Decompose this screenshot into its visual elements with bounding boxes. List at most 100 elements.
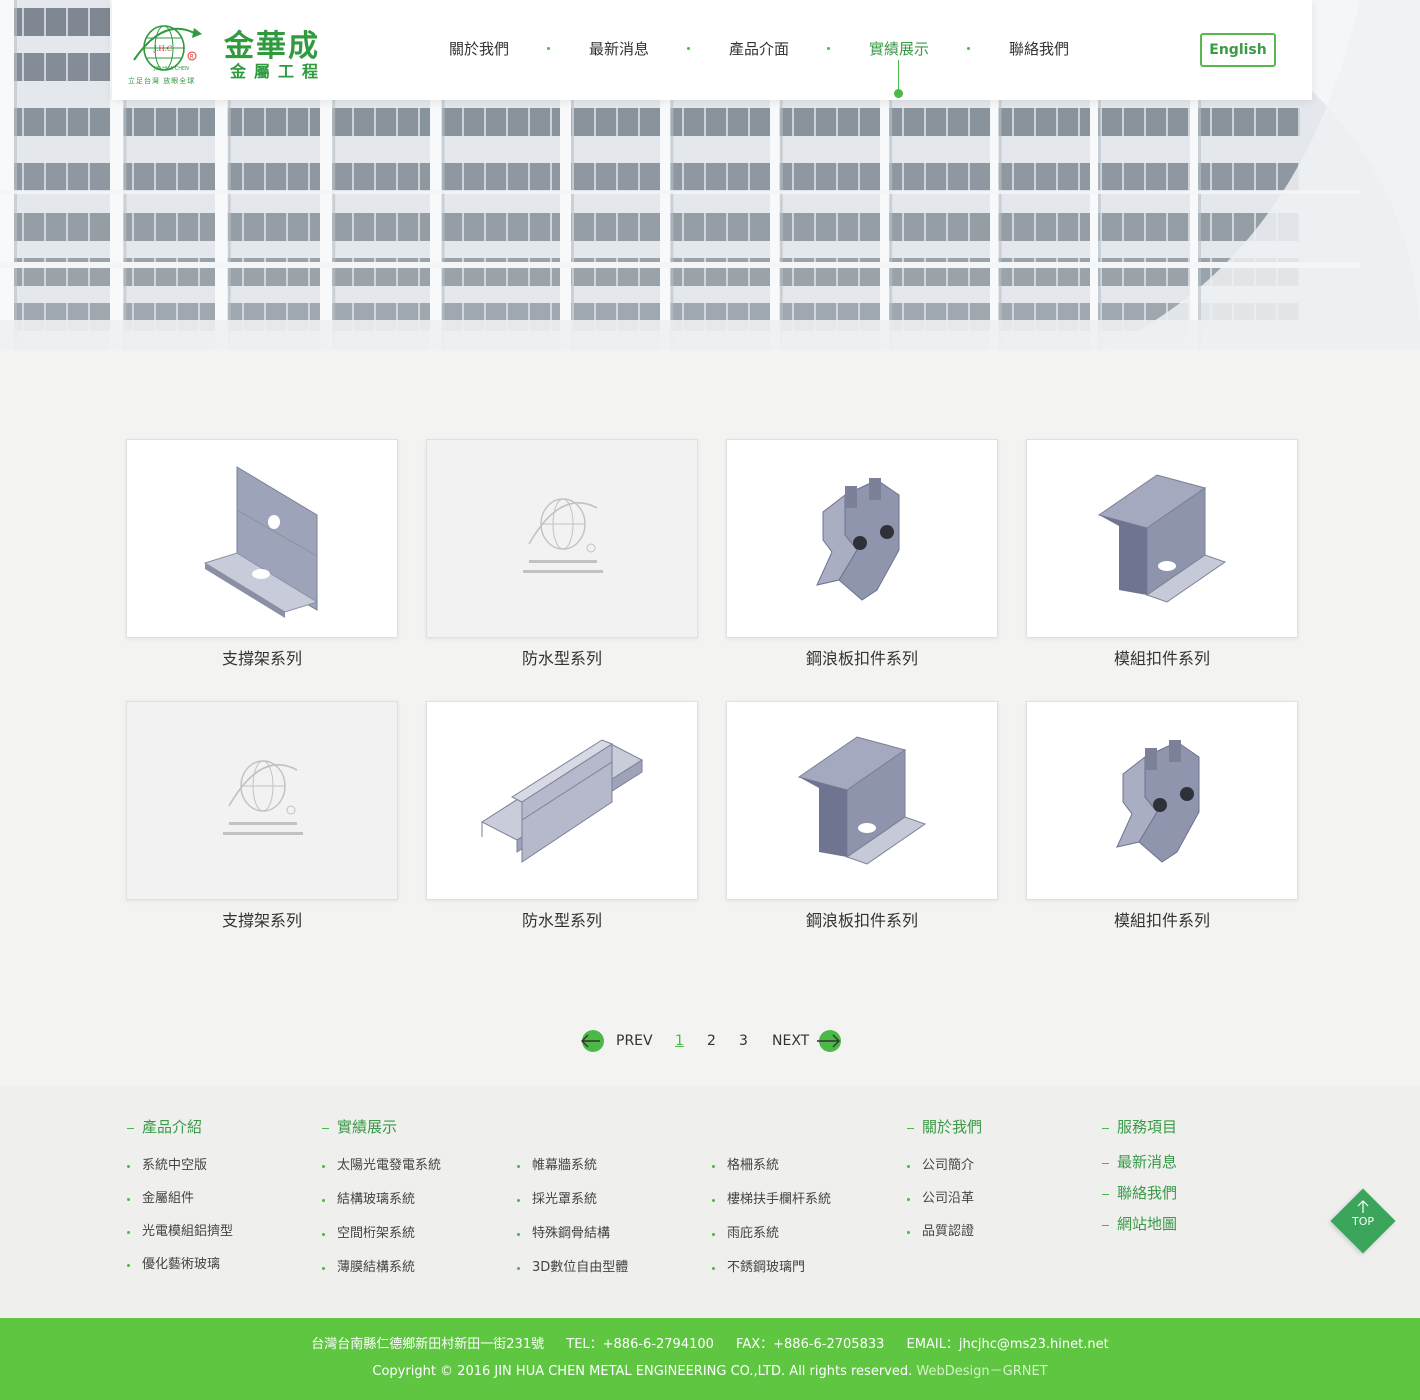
footer-link[interactable]: 3D數位自由型體 xyxy=(532,1259,628,1277)
rail-profile-illustration xyxy=(480,739,644,863)
next-arrow-icon[interactable] xyxy=(817,1028,843,1054)
footer-link[interactable]: 結構玻璃系統 xyxy=(337,1191,415,1209)
email-link[interactable]: EMAIL：jhcjhc@ms23.hinet.net xyxy=(907,1337,1109,1352)
prev-arrow-icon[interactable] xyxy=(580,1028,606,1054)
logo-placeholder-illustration xyxy=(523,498,603,573)
nav-item-news[interactable]: 最新消息 xyxy=(564,39,674,59)
footer-heading-works[interactable]: 實績展示 xyxy=(337,1117,397,1137)
product-title[interactable]: 支撐架系列 xyxy=(126,648,398,670)
list-bullet xyxy=(907,1231,910,1234)
list-bullet xyxy=(712,1267,715,1270)
product-card[interactable]: 模組扣件系列 xyxy=(1026,701,1298,941)
logo-english-name: JIN HUA CHEN xyxy=(154,66,189,72)
site-logo[interactable]: R J.H.C JIN HUA CHEN 金華成 金屬工程 立足台灣 放眼全球 xyxy=(126,12,326,88)
product-title[interactable]: 支撐架系列 xyxy=(126,910,398,932)
contact-info: 台灣台南縣仁德鄉新田村新田一街231號 TEL：+886-6-2794100 F… xyxy=(0,1336,1420,1354)
product-image[interactable] xyxy=(1026,439,1298,638)
next-page-link[interactable]: NEXT xyxy=(772,1031,809,1051)
product-title[interactable]: 模組扣件系列 xyxy=(1026,648,1298,670)
web-design-credit-link[interactable]: WebDesign－GRNET xyxy=(916,1364,1047,1379)
z-bracket-illustration xyxy=(797,736,927,865)
nav-item-products[interactable]: 產品介面 xyxy=(704,39,814,59)
footer-link-news[interactable]: 最新消息 xyxy=(1117,1152,1177,1172)
product-card[interactable]: 鋼浪板扣件系列 xyxy=(726,701,998,941)
l-bracket-illustration xyxy=(203,466,319,618)
product-title[interactable]: 模組扣件系列 xyxy=(1026,910,1298,932)
footer-heading-products[interactable]: 產品介紹 xyxy=(142,1117,202,1137)
footer-link[interactable]: 優化藝術玻璃 xyxy=(142,1256,220,1274)
svg-text:R: R xyxy=(190,54,194,61)
product-image[interactable] xyxy=(1026,701,1298,900)
copyright-text: Copyright © 2016 JIN HUA CHEN METAL ENGI… xyxy=(372,1364,913,1379)
logo-slogan: 立足台灣 放眼全球 xyxy=(128,77,196,85)
english-language-button[interactable]: English xyxy=(1200,33,1276,67)
logo-placeholder-illustration xyxy=(223,760,303,835)
product-title[interactable]: 防水型系列 xyxy=(426,648,698,670)
footer-link[interactable]: 金屬組件 xyxy=(142,1190,194,1208)
nav-separator xyxy=(687,47,690,50)
product-card[interactable]: 防水型系列 xyxy=(426,701,698,941)
footer-link[interactable]: 品質認證 xyxy=(922,1223,974,1241)
footer-link[interactable]: 公司簡介 xyxy=(922,1157,974,1175)
clamp-bolted-illustration xyxy=(816,478,900,601)
list-bullet xyxy=(712,1233,715,1236)
footer-link[interactable]: 薄膜結構系統 xyxy=(337,1259,415,1277)
footer-link-sitemap[interactable]: 網站地圖 xyxy=(1117,1214,1177,1234)
list-bullet xyxy=(127,1198,130,1201)
contact-bar: 台灣台南縣仁德鄉新田村新田一街231號 TEL：+886-6-2794100 F… xyxy=(0,1318,1420,1400)
footer-link[interactable]: 公司沿革 xyxy=(922,1190,974,1208)
nav-separator xyxy=(967,47,970,50)
product-image[interactable] xyxy=(126,439,398,638)
product-title[interactable]: 鋼浪板扣件系列 xyxy=(726,910,998,932)
list-bullet xyxy=(517,1267,520,1270)
footer-link[interactable]: 不銹鋼玻璃門 xyxy=(727,1259,805,1277)
product-title[interactable]: 鋼浪板扣件系列 xyxy=(726,648,998,670)
product-image[interactable] xyxy=(726,439,998,638)
list-bullet xyxy=(322,1165,325,1168)
heading-dash xyxy=(1102,1194,1109,1195)
footer-link[interactable]: 雨庇系統 xyxy=(727,1225,779,1243)
active-nav-indicator-dot xyxy=(894,89,903,98)
footer-link[interactable]: 採光罩系統 xyxy=(532,1191,597,1209)
heading-dash xyxy=(322,1128,329,1129)
footer-heading-services[interactable]: 服務項目 xyxy=(1117,1117,1177,1137)
footer-link-contact[interactable]: 聯絡我們 xyxy=(1117,1183,1177,1203)
product-card[interactable]: 支撐架系列 xyxy=(126,701,398,941)
product-card[interactable]: 防水型系列 xyxy=(426,439,698,679)
product-image-placeholder[interactable] xyxy=(426,439,698,638)
page-link-2[interactable]: 2 xyxy=(707,1031,716,1051)
page-link-1[interactable]: 1 xyxy=(675,1031,684,1051)
page-link-3[interactable]: 3 xyxy=(739,1031,748,1051)
footer-link[interactable]: 樓梯扶手欄杆系統 xyxy=(727,1191,831,1209)
product-card[interactable]: 鋼浪板扣件系列 xyxy=(726,439,998,679)
tel-text: TEL：+886-6-2794100 xyxy=(566,1337,714,1352)
list-bullet xyxy=(322,1233,325,1236)
list-bullet xyxy=(517,1165,520,1168)
logo-chinese-name: 金華成 xyxy=(224,29,320,64)
product-title[interactable]: 防水型系列 xyxy=(426,910,698,932)
footer-link[interactable]: 帷幕牆系統 xyxy=(532,1157,597,1175)
footer-link[interactable]: 光電模組鋁擠型 xyxy=(142,1223,233,1241)
footer-link[interactable]: 太陽光電發電系統 xyxy=(337,1157,441,1175)
nav-item-contact[interactable]: 聯絡我們 xyxy=(984,39,1094,59)
list-bullet xyxy=(517,1199,520,1202)
footer-link[interactable]: 系統中空版 xyxy=(142,1157,207,1175)
footer-link[interactable]: 空間桁架系統 xyxy=(337,1225,415,1243)
heading-dash xyxy=(1102,1128,1109,1129)
site-footer: 產品介紹 系統中空版 金屬組件 光電模組鋁擠型 優化藝術玻璃 實績展示 太陽光電… xyxy=(0,1086,1420,1318)
prev-page-link[interactable]: PREV xyxy=(616,1031,653,1051)
clamp-bolted-illustration xyxy=(1116,740,1200,863)
nav-item-works[interactable]: 實績展示 xyxy=(844,39,954,59)
product-image[interactable] xyxy=(426,701,698,900)
footer-heading-about[interactable]: 關於我們 xyxy=(922,1117,982,1137)
nav-separator xyxy=(827,47,830,50)
product-card[interactable]: 模組扣件系列 xyxy=(1026,439,1298,679)
product-image[interactable] xyxy=(726,701,998,900)
nav-item-about[interactable]: 關於我們 xyxy=(424,39,534,59)
footer-link[interactable]: 特殊鋼骨結構 xyxy=(532,1225,610,1243)
footer-link[interactable]: 格柵系統 xyxy=(727,1157,779,1175)
list-bullet xyxy=(127,1231,130,1234)
product-image-placeholder[interactable] xyxy=(126,701,398,900)
list-bullet xyxy=(127,1165,130,1168)
product-card[interactable]: 支撐架系列 xyxy=(126,439,398,679)
